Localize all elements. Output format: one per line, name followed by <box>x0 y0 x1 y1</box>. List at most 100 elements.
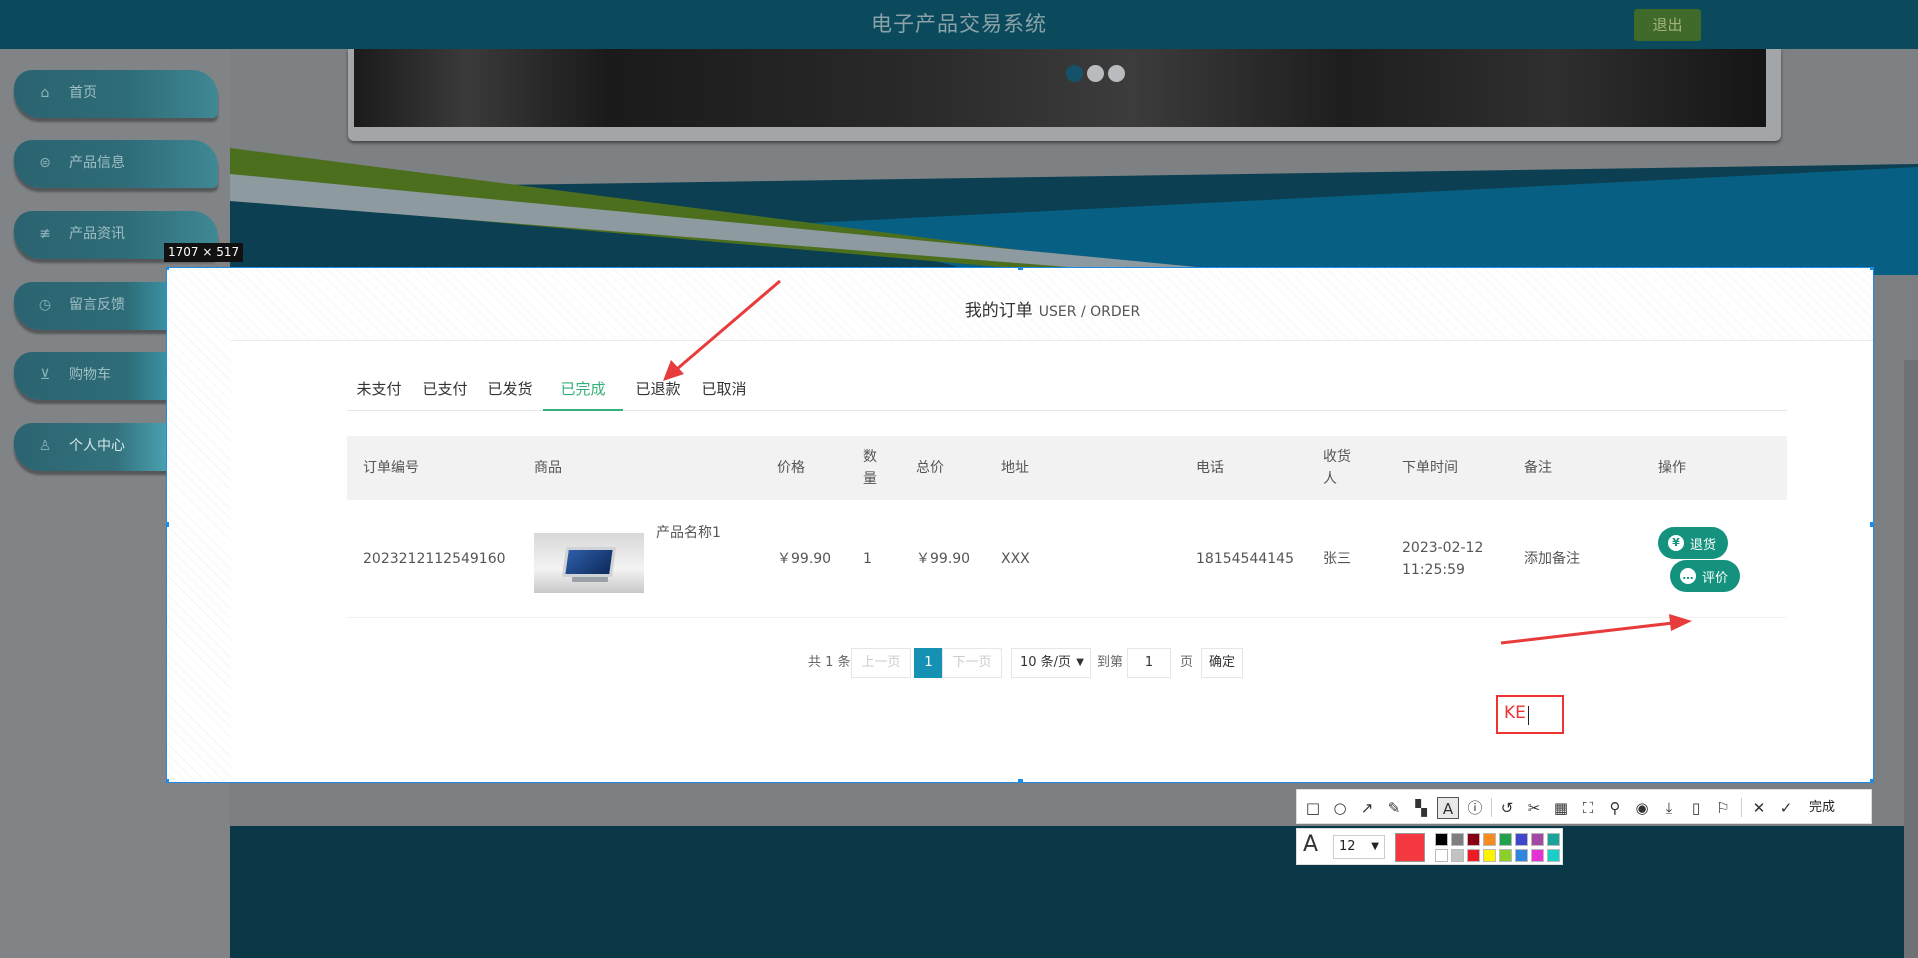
price: ￥99.90 <box>777 551 832 567</box>
color-swatch[interactable] <box>1531 833 1544 846</box>
pagination: 共 1 条 上一页 1 下一页 10 条/页 ▼ 到第 1 页 确定 <box>231 648 1873 678</box>
rectangle-icon[interactable]: □ <box>1302 797 1324 819</box>
prev-page-button[interactable]: 上一页 <box>851 648 911 678</box>
home-icon: ⌂ <box>40 85 50 101</box>
color-swatch[interactable] <box>1435 833 1448 846</box>
resize-handle[interactable] <box>167 779 169 782</box>
sidebar-item-products[interactable]: ⊜ 产品信息 <box>14 140 218 188</box>
download-icon[interactable]: ⤓ <box>1658 797 1680 819</box>
tab-cancelled[interactable]: 已取消 <box>692 370 756 411</box>
phone: 18154544145 <box>1196 551 1294 567</box>
color-swatch[interactable] <box>1515 849 1528 862</box>
column-header: 操作 <box>1658 460 1686 476</box>
sidebar-item-label: 个人中心 <box>69 438 125 454</box>
carousel-dot-3[interactable] <box>1108 65 1125 82</box>
resize-handle[interactable] <box>1018 779 1023 782</box>
resize-handle[interactable] <box>1870 522 1873 527</box>
comment-icon: … <box>1680 568 1696 584</box>
column-header: 备注 <box>1524 460 1552 476</box>
color-swatch[interactable] <box>1547 833 1560 846</box>
cut-icon[interactable]: ✂ <box>1523 797 1545 819</box>
product-image[interactable] <box>534 533 644 593</box>
page-scrollbar[interactable] <box>1904 360 1918 958</box>
screenshot-selection[interactable]: 我的订单 USER / ORDER 未支付 已支付 已发货 已完成 已退款 已取消… <box>166 267 1874 783</box>
column-header: 订单编号 <box>363 460 419 476</box>
color-swatch[interactable] <box>1499 833 1512 846</box>
tab-refunded[interactable]: 已退款 <box>626 370 690 411</box>
page-size-select[interactable]: 10 条/页 ▼ <box>1011 648 1091 678</box>
color-swatch[interactable] <box>1451 849 1464 862</box>
ellipse-icon[interactable]: ○ <box>1329 797 1351 819</box>
mosaic-icon[interactable]: ▚ <box>1410 797 1432 819</box>
bookmark-icon[interactable]: ⚐ <box>1712 797 1734 819</box>
column-header: 价格 <box>777 460 805 476</box>
column-header: 总价 <box>916 460 944 476</box>
carousel-dot-2[interactable] <box>1087 65 1104 82</box>
check-icon[interactable]: ✓ <box>1775 797 1797 819</box>
orders-table-header: 订单编号 商品 价格 数量 总价 地址 电话 收货人 下单时间 备注 操作 <box>347 436 1787 500</box>
current-page-button[interactable]: 1 <box>914 648 943 678</box>
tab-shipped[interactable]: 已发货 <box>478 370 542 411</box>
orders-panel: 我的订单 USER / ORDER 未支付 已支付 已发货 已完成 已退款 已取消… <box>231 274 1873 782</box>
text-annotation-box[interactable]: KE <box>1496 695 1564 734</box>
add-remark-link[interactable]: 添加备注 <box>1524 500 1624 618</box>
sidebar-item-label: 购物车 <box>69 367 111 383</box>
color-swatch[interactable] <box>1435 849 1448 862</box>
resize-handle[interactable] <box>1018 268 1023 270</box>
phone-icon[interactable]: ▯ <box>1685 797 1707 819</box>
done-button[interactable]: 完成 <box>1809 790 1835 825</box>
number-icon[interactable]: ⓘ <box>1464 797 1486 819</box>
color-swatch[interactable] <box>1547 849 1560 862</box>
ocr-icon[interactable]: ▦ <box>1550 797 1572 819</box>
color-swatch[interactable] <box>1467 833 1480 846</box>
color-swatch[interactable] <box>1499 849 1512 862</box>
logout-button[interactable]: 退出 <box>1634 9 1701 41</box>
arrow-icon[interactable]: ↗ <box>1356 797 1378 819</box>
sidebar-item-label: 留言反馈 <box>69 297 125 313</box>
tab-unpaid[interactable]: 未支付 <box>347 370 411 411</box>
goto-page-input[interactable]: 1 <box>1127 648 1171 678</box>
product-name[interactable]: 产品名称1 <box>656 522 721 542</box>
column-header: 商品 <box>534 460 562 476</box>
resize-handle[interactable] <box>167 522 169 527</box>
color-swatch[interactable] <box>1451 833 1464 846</box>
toolbar-divider <box>1491 798 1492 817</box>
color-swatch[interactable] <box>1531 849 1544 862</box>
confirm-page-button[interactable]: 确定 <box>1201 648 1243 678</box>
resize-handle[interactable] <box>167 268 169 270</box>
return-button[interactable]: ¥ 退货 <box>1658 527 1729 559</box>
tab-paid[interactable]: 已支付 <box>413 370 477 411</box>
color-swatch[interactable] <box>1483 833 1496 846</box>
resize-handle[interactable] <box>1870 268 1873 270</box>
resize-handle[interactable] <box>1870 779 1873 782</box>
sidebar-item-home[interactable]: ⌂ 首页 <box>14 70 218 118</box>
review-button[interactable]: … 评价 <box>1670 560 1741 592</box>
color-swatch[interactable] <box>1515 833 1528 846</box>
footer-band <box>230 826 1918 958</box>
current-color-swatch[interactable] <box>1395 833 1425 862</box>
text-icon[interactable]: A <box>1437 797 1459 819</box>
screenshot-toolbar: □ ○ ↗ ✎ ▚ A ⓘ ↺ ✂ ▦ ⛶ ⚲ ◉ ⤓ ▯ ⚐ ✕ ✓ 完成 <box>1296 789 1872 824</box>
app-title: 电子产品交易系统 <box>871 12 1047 36</box>
pin-icon[interactable]: ⚲ <box>1604 797 1626 819</box>
tablet-stand <box>572 577 608 582</box>
next-page-button[interactable]: 下一页 <box>942 648 1002 678</box>
page-title: 我的订单 USER / ORDER <box>231 296 1873 321</box>
pen-icon[interactable]: ✎ <box>1383 797 1405 819</box>
close-icon[interactable]: ✕ <box>1748 797 1770 819</box>
font-size-select[interactable]: 12 ▼ <box>1333 835 1385 859</box>
page-size-value: 10 条/页 <box>1020 655 1072 670</box>
undo-icon[interactable]: ↺ <box>1496 797 1518 819</box>
scroll-capture-icon[interactable]: ⛶ <box>1577 797 1599 819</box>
yen-icon: ¥ <box>1668 535 1684 551</box>
selection-size-badge: 1707 × 517 <box>164 243 244 262</box>
toolbar-divider <box>1741 798 1742 817</box>
carousel-dot-1[interactable] <box>1066 65 1083 82</box>
banner-image <box>354 49 1766 127</box>
table-row: 2023212112549160 产品名称1 ￥99.90 1 ￥99.90 X… <box>347 500 1787 618</box>
record-icon[interactable]: ◉ <box>1631 797 1653 819</box>
color-swatch[interactable] <box>1483 849 1496 862</box>
color-swatch[interactable] <box>1467 849 1480 862</box>
column-header: 下单时间 <box>1402 460 1458 476</box>
tab-completed[interactable]: 已完成 <box>543 370 623 411</box>
